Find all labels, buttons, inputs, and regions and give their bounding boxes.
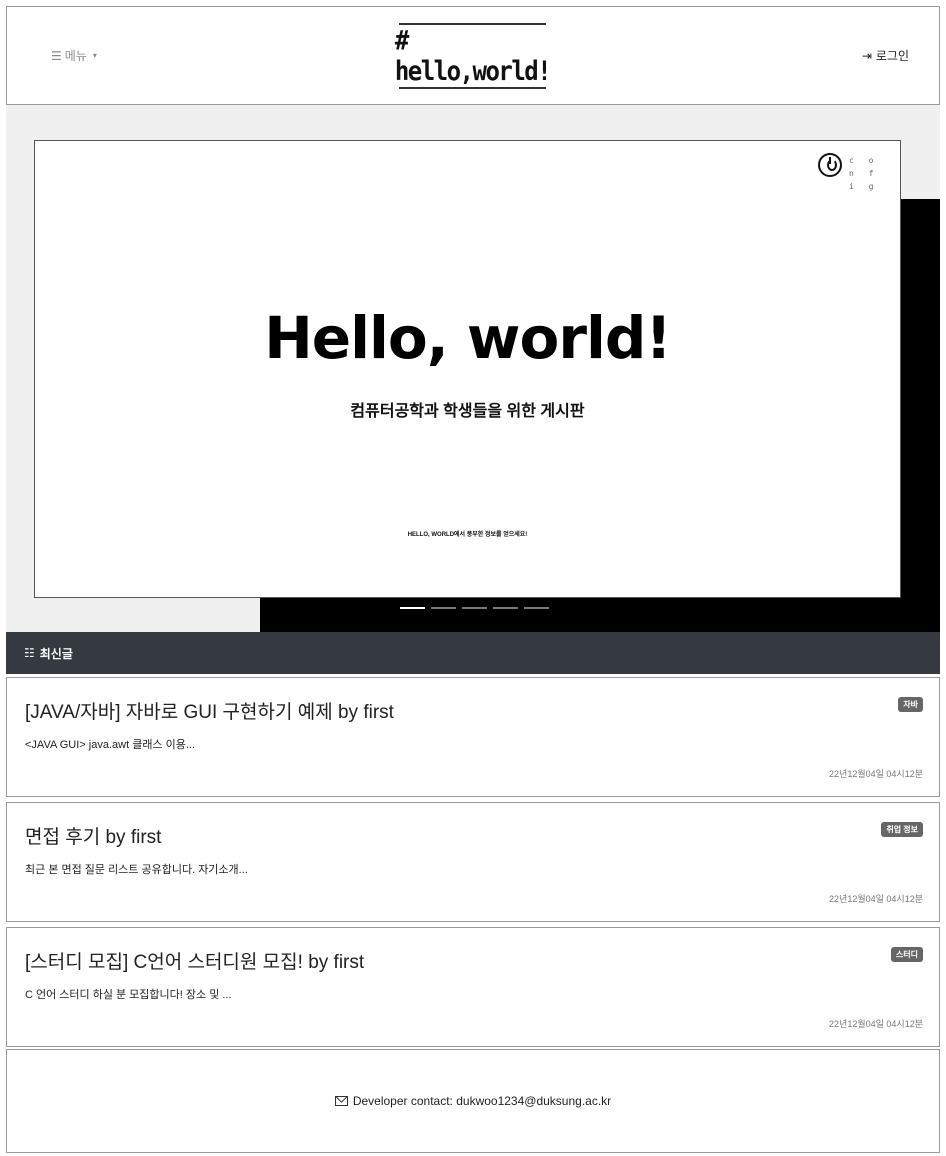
list-icon: ☷	[24, 646, 35, 660]
post-date: 22년12월04일 04시12분	[829, 1019, 923, 1029]
chevron-down-icon: ▾	[92, 51, 97, 60]
post-excerpt: C 언어 스터디 하실 분 모집합니다! 장소 및 ...	[25, 989, 232, 1001]
menu-label: 메뉴	[64, 49, 87, 63]
config-label: c o n f i g	[849, 156, 879, 191]
carousel-indicator[interactable]	[400, 607, 425, 609]
category-badge: 자바	[898, 697, 923, 712]
carousel-indicators	[400, 607, 549, 609]
carousel-indicator[interactable]	[431, 607, 456, 609]
hero-caption: HELLO, WORLD에서 풍부한 정보를 얻으세요!	[407, 532, 528, 538]
carousel-slide: c o n f i g Hello, world! 컴퓨터공학과 학생들을 위한…	[34, 140, 901, 598]
post-card[interactable]: [스터디 모집] C언어 스터디원 모집! by first 스터디 C 언어 …	[6, 927, 940, 1047]
category-badge: 취업 정보	[881, 822, 923, 837]
post-card[interactable]: [JAVA/자바] 자바로 GUI 구현하기 예제 by first 자바 <J…	[6, 677, 940, 797]
carousel-indicator[interactable]	[493, 607, 518, 609]
site-footer: Developer contact: dukwoo1234@duksung.ac…	[6, 1049, 940, 1153]
post-excerpt: 최근 본 면접 질문 리스트 공유합니다. 자기소개...	[25, 864, 248, 876]
site-header: ☰ 메뉴 ▾ # hello,world! ⇥ 로그인	[6, 6, 940, 105]
post-excerpt: <JAVA GUI> java.awt 클래스 이용...	[25, 739, 196, 751]
post-title[interactable]: [JAVA/자바] 자바로 GUI 구현하기 예제 by first	[25, 697, 394, 724]
site-logo: # hello,world!	[394, 25, 552, 87]
power-icon	[818, 153, 842, 177]
carousel-indicator[interactable]	[462, 607, 487, 609]
envelope-icon	[334, 1096, 348, 1106]
site-logo-link[interactable]: # hello,world!	[395, 23, 552, 89]
category-badge: 스터디	[890, 947, 923, 962]
hero-subtitle: 컴퓨터공학과 학생들을 위한 게시판	[350, 403, 585, 420]
post-title[interactable]: 면접 후기 by first	[25, 822, 161, 849]
menu-toggle-button[interactable]: ☰ 메뉴 ▾	[51, 47, 97, 64]
login-label: 로그인	[875, 49, 909, 63]
recent-posts-header: ☷ 최신글	[6, 632, 940, 674]
post-date: 22년12월04일 04시12분	[829, 769, 923, 779]
hero-title: Hello, world!	[264, 304, 672, 372]
login-button[interactable]: ⇥ 로그인	[862, 47, 909, 64]
developer-contact: Developer contact: dukwoo1234@duksung.ac…	[352, 1094, 612, 1108]
post-date: 22년12월04일 04시12분	[829, 894, 923, 904]
section-title: 최신글	[39, 646, 73, 661]
carousel-indicator[interactable]	[524, 607, 549, 609]
post-card[interactable]: 면접 후기 by first 취업 정보 최근 본 면접 질문 리스트 공유합니…	[6, 802, 940, 922]
login-icon: ⇥	[861, 48, 872, 63]
hamburger-icon: ☰	[51, 48, 62, 63]
post-title[interactable]: [스터디 모집] C언어 스터디원 모집! by first	[25, 947, 364, 974]
hero-carousel: c o n f i g Hello, world! 컴퓨터공학과 학생들을 위한…	[6, 105, 940, 632]
